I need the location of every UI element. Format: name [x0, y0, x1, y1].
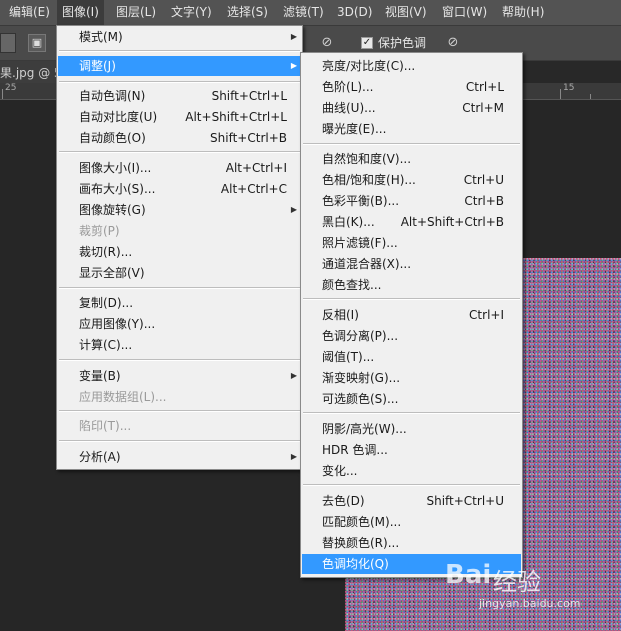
menu-separator [59, 440, 300, 442]
baidu-logo-icon: Bai [445, 560, 492, 590]
image-menu: 模式(M) ▶ 调整(J) ▶ 自动色调(N) Shift+Ctrl+L 自动对比度(… [56, 25, 303, 470]
menu-item-analysis[interactable]: 分析(A) ▶ [58, 447, 301, 467]
watermark: Bai 经验 jingyan.baidu.com [445, 560, 615, 620]
menu-separator [59, 81, 300, 83]
menu-window[interactable]: 窗口(W) [437, 0, 492, 25]
tool-preset-dropdown[interactable] [0, 33, 16, 53]
menu-item-brightness-contrast[interactable]: 亮度/对比度(C)... [302, 56, 521, 76]
menu-help[interactable]: 帮助(H) [497, 0, 549, 25]
watermark-url: jingyan.baidu.com [479, 597, 581, 610]
menu-separator [303, 143, 520, 145]
tool-preset-icon[interactable]: ▣ [28, 34, 46, 52]
menu-item-image-rotation[interactable]: 图像旋转(G) ▶ [58, 200, 301, 220]
menu-view[interactable]: 视图(V) [380, 0, 432, 25]
menu-item-gradient-map[interactable]: 渐变映射(G)... [302, 368, 521, 388]
menu-type[interactable]: 文字(Y) [166, 0, 217, 25]
menu-item-photo-filter[interactable]: 照片滤镜(F)... [302, 233, 521, 253]
menu-item-invert[interactable]: 反相(I) Ctrl+I [302, 305, 521, 325]
menu-item-posterize[interactable]: 色调分离(P)... [302, 326, 521, 346]
menu-item-vibrance[interactable]: 自然饱和度(V)... [302, 149, 521, 169]
menu-item-variables[interactable]: 变量(B) ▶ [58, 366, 301, 386]
watermark-brand: 经验 [493, 568, 541, 596]
submenu-arrow-icon: ▶ [290, 205, 297, 214]
menu-item-levels[interactable]: 色阶(L)... Ctrl+L [302, 77, 521, 97]
menu-3d[interactable]: 3D(D) [332, 0, 377, 25]
menu-layer[interactable]: 图层(L) [111, 0, 161, 25]
submenu-arrow-icon: ▶ [290, 452, 297, 461]
menu-item-color-balance[interactable]: 色彩平衡(B)... Ctrl+B [302, 191, 521, 211]
brush-pressure-icon[interactable]: ⊘ [318, 34, 336, 52]
menu-item-selective-color[interactable]: 可选颜色(S)... [302, 389, 521, 409]
ruler-label-left: 25 [5, 83, 17, 93]
ruler-tick [2, 89, 3, 99]
menu-item-trap: 陷印(T)... [79, 419, 132, 433]
menu-edit[interactable]: 编辑(E) [4, 0, 55, 25]
menu-select[interactable]: 选择(S) [222, 0, 273, 25]
menu-item-black-white[interactable]: 黑白(K)... Alt+Shift+Ctrl+B [302, 212, 521, 232]
menu-item-auto-color[interactable]: 自动颜色(O) Shift+Ctrl+B [58, 128, 301, 148]
menu-item-apply-image[interactable]: 应用图像(Y)... [58, 314, 301, 334]
menu-item-trim[interactable]: 裁切(R)... [58, 242, 301, 262]
menu-item-color-lookup[interactable]: 颜色查找... [302, 275, 521, 295]
menu-separator [59, 151, 300, 153]
menu-separator [303, 484, 520, 486]
menu-item-curves[interactable]: 曲线(U)... Ctrl+M [302, 98, 521, 118]
menu-item-calculations[interactable]: 计算(C)... [58, 335, 301, 355]
submenu-arrow-icon: ▶ [290, 371, 297, 380]
menu-item-channel-mixer[interactable]: 通道混合器(X)... [302, 254, 521, 274]
menu-item-replace-color[interactable]: 替换颜色(R)... [302, 533, 521, 553]
menu-separator [303, 298, 520, 300]
menu-item-crop: 裁剪(P) [79, 224, 120, 238]
menu-item-hue-saturation[interactable]: 色相/饱和度(H)... Ctrl+U [302, 170, 521, 190]
menu-item-match-color[interactable]: 匹配颜色(M)... [302, 512, 521, 532]
ruler-tick [590, 94, 591, 99]
menu-separator [59, 410, 300, 412]
menu-item-auto-contrast[interactable]: 自动对比度(U) Alt+Shift+Ctrl+L [58, 107, 301, 127]
menu-separator [59, 287, 300, 289]
brush-airbrush-icon[interactable]: ⊘ [444, 34, 462, 52]
adjustments-submenu: 亮度/对比度(C)... 色阶(L)... Ctrl+L 曲线(U)... Ctrl… [300, 52, 523, 578]
protect-color-label: 保护色调 [378, 36, 427, 50]
menu-item-variations[interactable]: 变化... [302, 461, 521, 481]
menu-item-auto-tone[interactable]: 自动色调(N) Shift+Ctrl+L [58, 86, 301, 106]
menu-item-exposure[interactable]: 曝光度(E)... [302, 119, 521, 139]
menu-separator [59, 50, 300, 52]
menu-item-threshold[interactable]: 阈值(T)... [302, 347, 521, 367]
protect-color-checkbox[interactable]: ✓ [361, 37, 373, 49]
menu-bar: 编辑(E) 图像(I) 图层(L) 文字(Y) 选择(S) 滤镜(T) 3D(D… [0, 0, 621, 26]
menu-item-mode[interactable]: 模式(M) ▶ [58, 27, 301, 47]
submenu-arrow-icon: ▶ [290, 32, 297, 41]
menu-item-canvas-size[interactable]: 画布大小(S)... Alt+Ctrl+C [58, 179, 301, 199]
menu-item-adjustments[interactable]: 调整(J) ▶ [58, 56, 301, 76]
ruler-tick [560, 89, 561, 99]
menu-item-shadows-highlights[interactable]: 阴影/高光(W)... [302, 419, 521, 439]
menu-item-duplicate[interactable]: 复制(D)... [58, 293, 301, 313]
ruler-label-right: 15 [563, 83, 575, 93]
menu-separator [303, 412, 520, 414]
menu-filter[interactable]: 滤镜(T) [278, 0, 329, 25]
submenu-arrow-icon: ▶ [290, 61, 297, 70]
menu-image[interactable]: 图像(I) [57, 0, 104, 25]
menu-item-image-size[interactable]: 图像大小(I)... Alt+Ctrl+I [58, 158, 301, 178]
menu-item-reveal-all[interactable]: 显示全部(V) [58, 263, 301, 283]
menu-item-desaturate[interactable]: 去色(D) Shift+Ctrl+U [302, 491, 521, 511]
menu-separator [59, 359, 300, 361]
menu-item-hdr-toning[interactable]: HDR 色调... [302, 440, 521, 460]
menu-item-apply-data-set: 应用数据组(L)... [79, 390, 167, 404]
